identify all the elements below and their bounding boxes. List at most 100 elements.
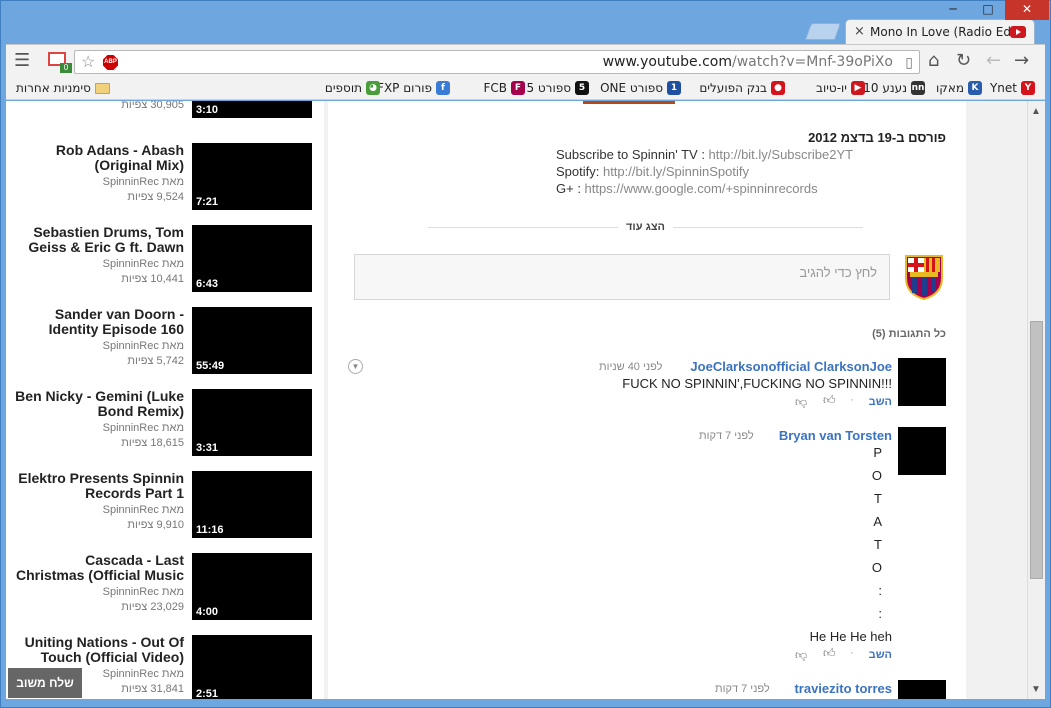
scrollbar-thumb[interactable]: [1030, 321, 1043, 579]
bookmark-item[interactable]: ◕ תוספים: [325, 81, 380, 95]
description-line: G+ : https://www.google.com/+spinninreco…: [556, 181, 818, 196]
video-channel[interactable]: מאת SpinninRec: [103, 176, 184, 188]
tab-close-icon[interactable]: ×: [854, 24, 865, 39]
video-title[interactable]: Uniting Nations - Out Of Touch (Official…: [14, 635, 184, 665]
comment-text-line: :: [878, 606, 882, 621]
bookmark-label: Ynet: [989, 81, 1017, 95]
adblock-icon[interactable]: ABP: [103, 55, 118, 70]
close-window-button[interactable]: ✕: [1005, 0, 1049, 20]
menu-icon[interactable]: ☰: [14, 51, 30, 71]
main-column: פורסם ב-19 בדצמ 2012 Subscribe to Spinni…: [328, 101, 966, 699]
url-text: www.youtube.com/watch?v=Mnf-39oPiXo: [603, 54, 893, 70]
page-scrollbar[interactable]: ▲ ▼: [1027, 101, 1045, 699]
back-icon[interactable]: ←: [986, 51, 1001, 71]
related-video-item[interactable]: 55:49 Sander van Doorn - Identity Episode…: [6, 307, 324, 389]
video-thumbnail[interactable]: 2:51: [192, 635, 312, 699]
scroll-up-icon[interactable]: ▲: [1031, 106, 1041, 117]
video-channel[interactable]: מאת SpinninRec: [103, 422, 184, 434]
all-comments-heading: כל התגובות (5): [872, 328, 946, 340]
separator-dot: ·: [850, 394, 854, 406]
minimize-button[interactable]: ─: [940, 0, 966, 20]
bookmark-item[interactable]: ● בנק הפועלים: [699, 81, 785, 95]
home-icon[interactable]: ⌂: [928, 51, 939, 71]
maximize-button[interactable]: □: [975, 0, 1001, 20]
related-video-item[interactable]: 3:31 Ben Nicky - Gemini (Luke Bond Remix)…: [6, 389, 324, 471]
description-link[interactable]: http://bit.ly/Subscribe2YT: [709, 147, 854, 162]
related-video-item[interactable]: 7:21 Rob Adans - Abash (Original Mix) מאת …: [6, 143, 324, 225]
video-title[interactable]: Elektro Presents Spinnin Records Part 1: [14, 471, 184, 501]
comment-author[interactable]: JoeClarksonofficial ClarksonJoe: [690, 359, 892, 374]
page-icon: ▯: [905, 54, 913, 70]
video-title[interactable]: Cascada - Last Christmas (Official Music: [14, 553, 184, 583]
bookmark-star-icon[interactable]: ☆: [81, 52, 95, 72]
reload-icon[interactable]: ↻: [956, 51, 971, 71]
bookmarks-bar: סימניות אחרות Y Ynet K מאקו nn נענע 10 ▶ יו-טיו…: [6, 78, 1045, 100]
video-title[interactable]: Rob Adans - Abash (Original Mix): [14, 143, 184, 173]
bookmark-item[interactable]: nn נענע 10: [863, 81, 925, 95]
bookmark-item[interactable]: f פורום FXP: [377, 81, 450, 95]
comment-menu-icon[interactable]: ▼: [348, 359, 363, 374]
toolbar: ☰ 0 ☆ ABP www.youtube.com/watch?v=Mnf-39…: [6, 44, 1045, 78]
new-tab-button[interactable]: [804, 23, 842, 40]
bookmark-favicon-icon: K: [968, 81, 982, 95]
video-thumbnail[interactable]: 3:31: [192, 389, 312, 456]
video-views: 10,441 צפיות: [121, 273, 184, 285]
description-line: Spotify: http://bit.ly/SpinninSpotify: [556, 164, 749, 179]
show-more-button[interactable]: הצג עוד: [618, 221, 673, 233]
video-title[interactable]: Ben Nicky - Gemini (Luke Bond Remix): [14, 389, 184, 419]
video-duration: 7:21: [196, 196, 219, 208]
video-channel[interactable]: מאת SpinninRec: [103, 586, 184, 598]
avatar[interactable]: [898, 358, 946, 406]
bookmark-item[interactable]: ▶ יו-טיוב: [816, 81, 865, 95]
thumbs-up-icon[interactable]: 👍︎: [823, 646, 836, 661]
other-bookmarks[interactable]: סימניות אחרות: [16, 81, 110, 95]
thumbs-down-icon[interactable]: 👎︎: [795, 648, 807, 663]
video-channel[interactable]: מאת SpinninRec: [103, 258, 184, 270]
comment-author[interactable]: Bryan van Torsten: [779, 428, 892, 443]
forward-icon[interactable]: →: [1014, 51, 1029, 71]
video-title[interactable]: Sebastien Drums, Tom Geiss & Eric G ft. …: [14, 225, 184, 255]
video-thumbnail[interactable]: 4:00: [192, 553, 312, 620]
bookmark-label: נענע 10: [863, 81, 907, 95]
video-channel[interactable]: מאת SpinninRec: [103, 668, 184, 680]
comment-author[interactable]: traviezito torres: [794, 681, 892, 696]
video-channel[interactable]: מאת SpinninRec: [103, 504, 184, 516]
comment-time[interactable]: לפני 7 דקות: [699, 430, 754, 442]
browser-tab[interactable]: × Mono In Love (Radio Edit): [845, 19, 1035, 45]
comment-time[interactable]: לפני 40 שניות: [599, 361, 662, 373]
bookmark-item[interactable]: Y Ynet: [990, 81, 1035, 95]
description-link[interactable]: http://bit.ly/SpinninSpotify: [603, 164, 749, 179]
video-thumbnail[interactable]: 55:49: [192, 307, 312, 374]
related-video-item[interactable]: 4:00 Cascada - Last Christmas (Official M…: [6, 553, 324, 635]
video-thumbnail[interactable]: 7:21: [192, 143, 312, 210]
avatar[interactable]: [898, 680, 946, 699]
avatar[interactable]: [898, 427, 946, 475]
reply-button[interactable]: השב: [869, 649, 892, 661]
scroll-down-icon[interactable]: ▼: [1031, 684, 1041, 695]
comment-input[interactable]: לחץ כדי להגיב: [354, 254, 890, 300]
video-title[interactable]: Sander van Doorn - Identity Episode 160: [14, 307, 184, 337]
bookmark-item[interactable]: 5 ספורט 5: [526, 81, 589, 95]
bookmark-item[interactable]: K מאקו: [936, 81, 982, 95]
feedback-button[interactable]: שלח משוב: [8, 668, 82, 698]
video-channel[interactable]: מאת SpinninRec: [103, 340, 184, 352]
thumbs-down-icon[interactable]: 👎︎: [795, 395, 807, 410]
youtube-favicon-icon: [1010, 26, 1026, 38]
related-video-item[interactable]: 11:16 Elektro Presents Spinnin Records Pa…: [6, 471, 324, 553]
related-video-item[interactable]: 3:10 30,905 צפיות: [6, 101, 324, 133]
tab-title: Mono In Love (Radio Edit): [870, 25, 1024, 39]
description-label: Spotify:: [556, 164, 603, 179]
address-bar[interactable]: ☆ ABP www.youtube.com/watch?v=Mnf-39oPiX…: [74, 50, 920, 74]
bookmark-item[interactable]: F FCB: [483, 81, 525, 95]
comment-time[interactable]: לפני 7 דקות: [715, 683, 770, 695]
video-thumbnail[interactable]: 6:43: [192, 225, 312, 292]
reply-button[interactable]: השב: [869, 396, 892, 408]
bookmark-item[interactable]: 1 ספורט ONE: [600, 81, 681, 95]
active-tab-indicator: [583, 101, 675, 104]
thumbs-up-icon[interactable]: 👍︎: [823, 393, 836, 408]
video-thumbnail[interactable]: 3:10: [192, 101, 312, 118]
video-thumbnail[interactable]: 11:16: [192, 471, 312, 538]
description-label: G+ :: [556, 181, 585, 196]
related-video-item[interactable]: 6:43 Sebastien Drums, Tom Geiss & Eric G …: [6, 225, 324, 307]
description-link[interactable]: https://www.google.com/+spinninrecords: [585, 181, 818, 196]
